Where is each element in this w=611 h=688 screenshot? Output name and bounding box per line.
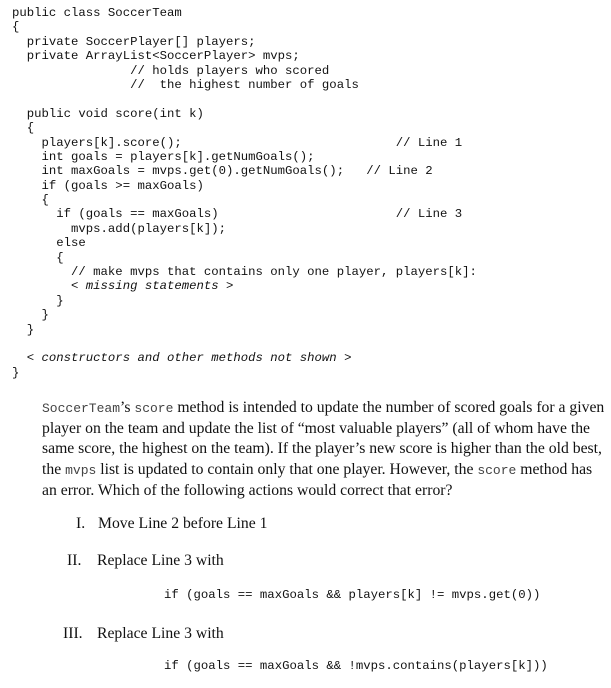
method-name-code: score xyxy=(134,401,174,416)
code-line: // holds players who scored xyxy=(12,63,330,78)
option-numeral: II. xyxy=(67,552,82,569)
question-text: ’s xyxy=(120,399,135,416)
option-iii: III. Replace Line 3 with xyxy=(63,624,224,644)
code-line: < constructors and other methods not sho… xyxy=(12,351,352,366)
code-listing: public class SoccerTeam{ private SoccerP… xyxy=(12,6,477,380)
option-i: I. Move Line 2 before Line 1 xyxy=(76,514,267,534)
code-line: // the highest number of goals xyxy=(12,77,359,92)
option-numeral: III. xyxy=(63,625,83,642)
method-name-code: score xyxy=(477,462,517,478)
option-text: Move Line 2 before Line 1 xyxy=(98,515,268,532)
option-iii-code: if (goals == maxGoals && !mvps.contains(… xyxy=(164,659,548,673)
code-line: else xyxy=(12,236,86,251)
question-paragraph: SoccerTeam’s score method is intended to… xyxy=(42,398,607,501)
code-line: } xyxy=(12,365,20,380)
code-line: < missing statements > xyxy=(12,279,234,294)
option-ii: II. Replace Line 3 with xyxy=(67,551,224,571)
option-text: Replace Line 3 with xyxy=(97,552,224,569)
class-name-code: SoccerTeam xyxy=(42,401,121,416)
option-ii-code: if (goals == maxGoals && players[k] != m… xyxy=(164,588,541,602)
option-numeral: I. xyxy=(76,515,86,532)
list-name-code: mvps xyxy=(65,462,97,478)
code-line: } xyxy=(12,308,49,323)
code-line: int goals = players[k].getNumGoals(); xyxy=(12,149,315,164)
code-line: players[k].score(); // Line 1 xyxy=(12,135,463,150)
code-line: if (goals >= maxGoals) xyxy=(12,178,204,193)
code-line: { xyxy=(12,20,20,35)
question-text: list is updated to contain only that one… xyxy=(96,460,478,478)
code-line: private SoccerPlayer[] players; xyxy=(12,34,256,49)
code-line: public void score(int k) xyxy=(12,106,204,121)
code-line: if (goals == maxGoals) // Line 3 xyxy=(12,207,463,222)
option-text: Replace Line 3 with xyxy=(97,625,224,642)
code-line: public class SoccerTeam xyxy=(12,6,182,20)
code-line: // make mvps that contains only one play… xyxy=(12,265,477,280)
code-line: { xyxy=(12,121,35,136)
code-line: { xyxy=(12,193,49,208)
code-line: int maxGoals = mvps.get(0).getNumGoals()… xyxy=(12,164,433,179)
code-line: } xyxy=(12,293,64,308)
code-line: private ArrayList<SoccerPlayer> mvps; xyxy=(12,49,300,64)
code-line: { xyxy=(12,250,64,265)
code-line: mvps.add(players[k]); xyxy=(12,221,227,236)
code-line: } xyxy=(12,322,35,337)
